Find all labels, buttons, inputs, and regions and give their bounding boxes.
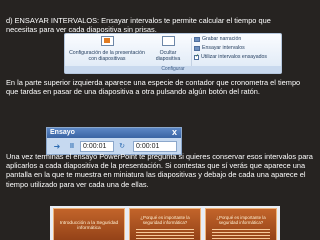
ribbon-group-label: Configurar xyxy=(65,66,281,73)
slide-thumbnail[interactable]: Introducción a la Seguridad informática xyxy=(53,208,125,240)
intro-paragraph: d) ENSAYAR INTERVALOS: Ensayar intervalo… xyxy=(6,16,271,35)
record-narration-label: Grabar narración xyxy=(202,36,242,42)
hide-slide-icon xyxy=(161,36,175,50)
pause-button[interactable]: II xyxy=(66,141,78,152)
rehearsal-toolbar: Ensayo x ➜ II 0:00:01 ↻ 0:00:01 xyxy=(46,127,182,155)
next-slide-arrow-icon[interactable]: ➜ xyxy=(50,141,64,152)
slide-text-lines xyxy=(136,229,194,239)
repeat-icon[interactable]: ↻ xyxy=(117,141,127,152)
slide-show-setup-button[interactable]: Configuración de la presentación con dia… xyxy=(69,36,145,62)
use-timings-label: Utilizar intervalos ensayados xyxy=(201,54,268,60)
ribbon-divider xyxy=(191,38,192,66)
total-time-field: 0:00:01 xyxy=(133,141,177,152)
checkbox-checked-icon xyxy=(194,53,199,60)
rehearsal-title-text: Ensayo xyxy=(50,129,75,136)
slide-time-field: 0:00:01 xyxy=(80,141,114,152)
microphone-icon xyxy=(194,36,200,42)
rehearse-timings-button[interactable]: Ensayar intervalos xyxy=(194,45,245,51)
slideshow-setup-icon xyxy=(100,36,114,50)
record-narration-button[interactable]: Grabar narración xyxy=(194,36,241,42)
slide-thumbnail[interactable]: ¿Porqué es importante la seguridad infor… xyxy=(205,208,277,240)
slide-thumbnail-title: Introducción a la Seguridad informática xyxy=(59,221,119,231)
clock-icon xyxy=(194,45,200,51)
slide-show-setup-label: Configuración de la presentación con dia… xyxy=(69,50,145,62)
hide-slide-button[interactable]: Ocultar diapositiva xyxy=(149,36,187,62)
slide-sorter-view: Introducción a la Seguridad informática … xyxy=(50,206,280,240)
close-icon[interactable]: x xyxy=(172,127,177,138)
slide-thumbnail-title: ¿Porqué es importante la seguridad infor… xyxy=(216,215,266,225)
ribbon-configurar-group: Configuración de la presentación con dia… xyxy=(64,33,282,74)
counter-paragraph: En la parte superior izquierda aparece u… xyxy=(6,78,301,97)
hide-slide-label: Ocultar diapositiva xyxy=(155,50,181,62)
slide-thumbnail-title: ¿Porqué es importante la seguridad infor… xyxy=(140,215,190,225)
rehearse-timings-label: Ensayar intervalos xyxy=(202,45,245,51)
timings-paragraph: Una vez terminas el ensayo PowerPoint te… xyxy=(6,152,313,189)
slide-text-lines xyxy=(212,229,270,239)
use-timings-checkbox[interactable]: Utilizar intervalos ensayados xyxy=(194,53,268,60)
rehearsal-toolbar-title: Ensayo x xyxy=(47,127,181,138)
slide-thumbnail[interactable]: ¿Porqué es importante la seguridad infor… xyxy=(129,208,201,240)
